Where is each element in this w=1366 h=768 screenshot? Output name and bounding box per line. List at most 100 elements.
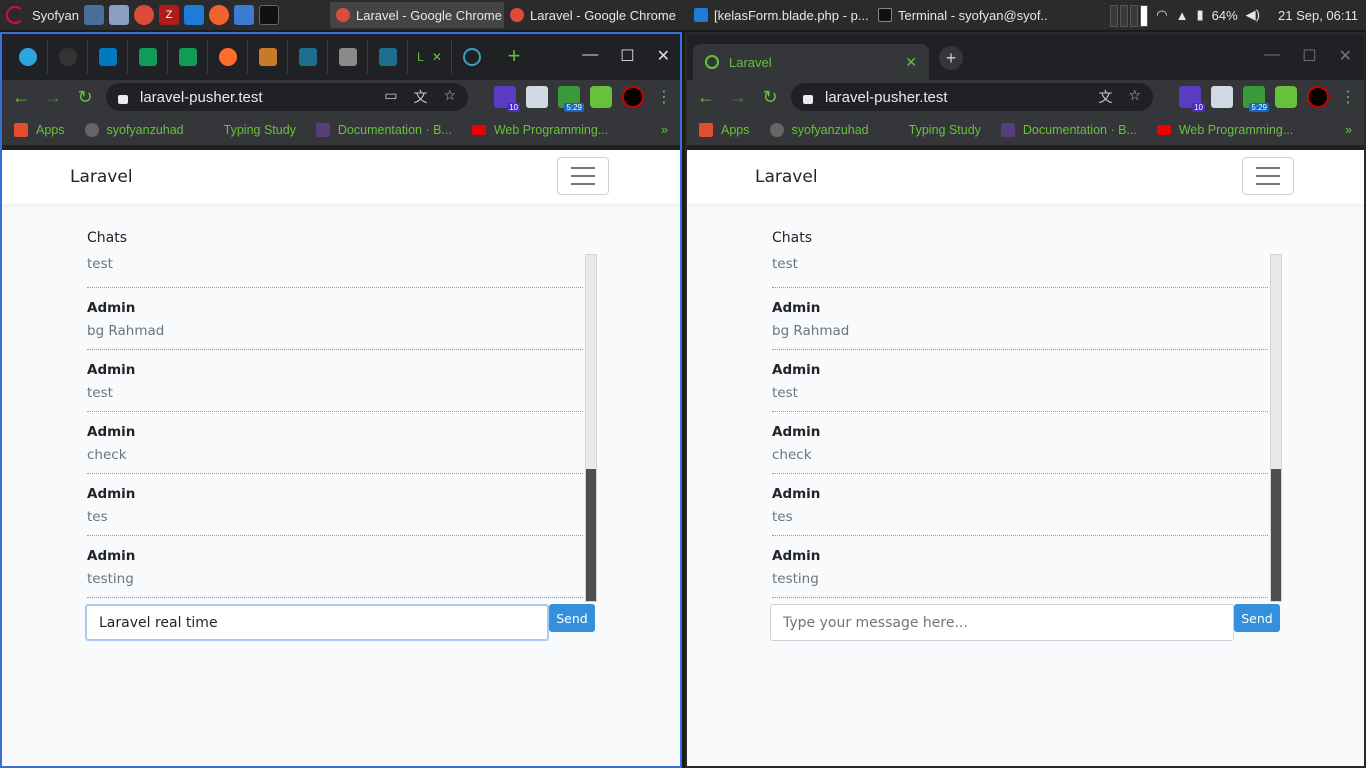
- pinned-tab-compass[interactable]: [452, 40, 492, 74]
- maximize-icon[interactable]: ☐: [1302, 46, 1316, 66]
- pinned-tab-vscode-1[interactable]: [288, 40, 328, 74]
- filezilla-icon[interactable]: Z: [159, 5, 179, 25]
- pinned-tab-sheets-2[interactable]: [168, 40, 208, 74]
- start-menu[interactable]: Syofyan: [0, 0, 84, 30]
- send-button[interactable]: Send: [549, 604, 595, 632]
- desktop-icon[interactable]: [84, 5, 104, 25]
- bookmark-web-programming[interactable]: Web Programming...: [471, 123, 608, 137]
- folder-icon[interactable]: [109, 5, 129, 25]
- close-tab-icon[interactable]: ✕: [905, 54, 917, 71]
- task-chrome-2[interactable]: Laravel - Google Chrome: [504, 2, 688, 28]
- translate-icon[interactable]: 文: [1098, 87, 1112, 107]
- clock[interactable]: 21 Sep, 06:11: [1278, 8, 1358, 23]
- volume-icon[interactable]: ◀): [1246, 7, 1260, 23]
- extension-icon-2[interactable]: [1211, 86, 1233, 108]
- close-tab-icon[interactable]: ✕: [432, 50, 442, 64]
- extension-badge: 5:29: [564, 103, 584, 112]
- pinned-tab-cpanel[interactable]: [208, 40, 248, 74]
- extension-icon-3[interactable]: 5:29: [1243, 86, 1269, 112]
- maximize-icon[interactable]: ☐: [620, 46, 634, 66]
- close-icon[interactable]: ✕: [657, 46, 670, 66]
- bookmark-github[interactable]: syofyanzuhad: [769, 122, 869, 137]
- brand-link[interactable]: Laravel: [70, 167, 133, 187]
- chat-scrollbar[interactable]: [585, 254, 597, 602]
- bookmarks-more-icon[interactable]: »: [1345, 123, 1352, 137]
- vscode-icon[interactable]: [184, 5, 204, 25]
- new-tab-button[interactable]: +: [939, 46, 963, 70]
- bookmark-typing[interactable]: Typing Study: [224, 123, 296, 137]
- bookmark-web-programming[interactable]: Web Programming...: [1156, 122, 1294, 137]
- terminal-icon: [878, 8, 892, 22]
- navbar-toggler[interactable]: [557, 157, 609, 195]
- reload-button[interactable]: ↻: [759, 87, 781, 108]
- star-icon[interactable]: ☆: [443, 87, 456, 107]
- bookmark-label: Web Programming...: [1178, 122, 1294, 137]
- avatar[interactable]: [1307, 86, 1329, 108]
- bookmark-typing[interactable]: Typing Study: [909, 123, 981, 137]
- extension-icon-2[interactable]: [526, 86, 548, 108]
- tab-strip: L ✕ + — ☐ ✕: [2, 34, 680, 80]
- postman-icon[interactable]: [209, 5, 229, 25]
- back-button[interactable]: ←: [695, 87, 717, 108]
- menu-icon[interactable]: ⋮: [1340, 87, 1356, 107]
- close-icon[interactable]: ✕: [1339, 46, 1352, 66]
- puzzle-icon[interactable]: [590, 86, 612, 108]
- bookmark-github[interactable]: syofyanzuhad: [84, 122, 184, 137]
- wifi-icon[interactable]: ◠: [1156, 7, 1167, 23]
- brand-link[interactable]: Laravel: [755, 167, 818, 187]
- url-text: laravel-pusher.test: [825, 88, 948, 106]
- forward-button[interactable]: →: [727, 87, 749, 108]
- bell-icon[interactable]: ▲: [1176, 8, 1189, 23]
- chrome-icon[interactable]: [134, 5, 154, 25]
- apps-grid-icon: [14, 122, 28, 137]
- message-input[interactable]: [85, 604, 549, 641]
- task-terminal[interactable]: Terminal - syofyan@syof...: [872, 2, 1048, 28]
- chat-scrollbar[interactable]: [1270, 254, 1282, 602]
- launcher-bar: Z: [84, 0, 330, 30]
- address-bar[interactable]: laravel-pusher.test 文 ☆: [791, 83, 1153, 111]
- tab-laravel[interactable]: L ✕: [408, 40, 452, 74]
- avatar[interactable]: [622, 86, 644, 108]
- pinned-tab-mountain-2[interactable]: [328, 40, 368, 74]
- message-input[interactable]: [770, 604, 1234, 641]
- pinned-tab-vscode-2[interactable]: [368, 40, 408, 74]
- address-bar[interactable]: laravel-pusher.test ▭ 文 ☆: [106, 83, 468, 111]
- back-button[interactable]: ←: [10, 87, 32, 108]
- tab-laravel[interactable]: Laravel ✕: [693, 44, 929, 80]
- pinned-tab-github[interactable]: [48, 40, 88, 74]
- pinned-tab-mountain-1[interactable]: [248, 40, 288, 74]
- minimize-icon[interactable]: —: [582, 46, 598, 66]
- lock-icon: [118, 94, 128, 104]
- install-icon[interactable]: ▭: [384, 87, 397, 107]
- menu-icon[interactable]: ⋮: [656, 87, 672, 107]
- pinned-tab-telegram[interactable]: [8, 40, 48, 74]
- extension-icon-3[interactable]: 5:29: [558, 86, 584, 112]
- translate-icon[interactable]: 文: [413, 87, 427, 107]
- bookmark-docs[interactable]: Documentation · B...: [1000, 122, 1137, 137]
- bookmark-apps[interactable]: Apps: [699, 122, 750, 137]
- scrollbar-thumb[interactable]: [1271, 469, 1281, 601]
- puzzle-icon[interactable]: [1275, 86, 1297, 108]
- task-vscode[interactable]: [kelasForm.blade.php - p...: [688, 2, 872, 28]
- cpu-graph-icon: [1110, 3, 1149, 27]
- navbar-toggler[interactable]: [1242, 157, 1294, 195]
- bookmarks-more-icon[interactable]: »: [661, 123, 668, 137]
- terminal-icon[interactable]: [259, 5, 279, 25]
- bookmark-docs[interactable]: Documentation · B...: [315, 122, 452, 137]
- pinned-tab-sheets-1[interactable]: [128, 40, 168, 74]
- battery-icon[interactable]: ▮: [1196, 7, 1203, 23]
- extension-icon-1[interactable]: 10: [1179, 86, 1205, 112]
- fish-icon[interactable]: [234, 5, 254, 25]
- extension-icon-1[interactable]: 10: [494, 86, 520, 112]
- star-icon[interactable]: ☆: [1128, 87, 1141, 107]
- bookmark-apps[interactable]: Apps: [14, 122, 65, 137]
- forward-button[interactable]: →: [42, 87, 64, 108]
- send-button[interactable]: Send: [1234, 604, 1280, 632]
- new-tab-button[interactable]: +: [502, 45, 526, 69]
- minimize-icon[interactable]: —: [1264, 46, 1280, 66]
- reload-button[interactable]: ↻: [74, 87, 96, 108]
- scrollbar-thumb[interactable]: [586, 469, 596, 601]
- task-chrome-1[interactable]: Laravel - Google Chrome: [330, 2, 504, 28]
- pinned-tab-trello[interactable]: [88, 40, 128, 74]
- message-text: tes: [87, 509, 108, 525]
